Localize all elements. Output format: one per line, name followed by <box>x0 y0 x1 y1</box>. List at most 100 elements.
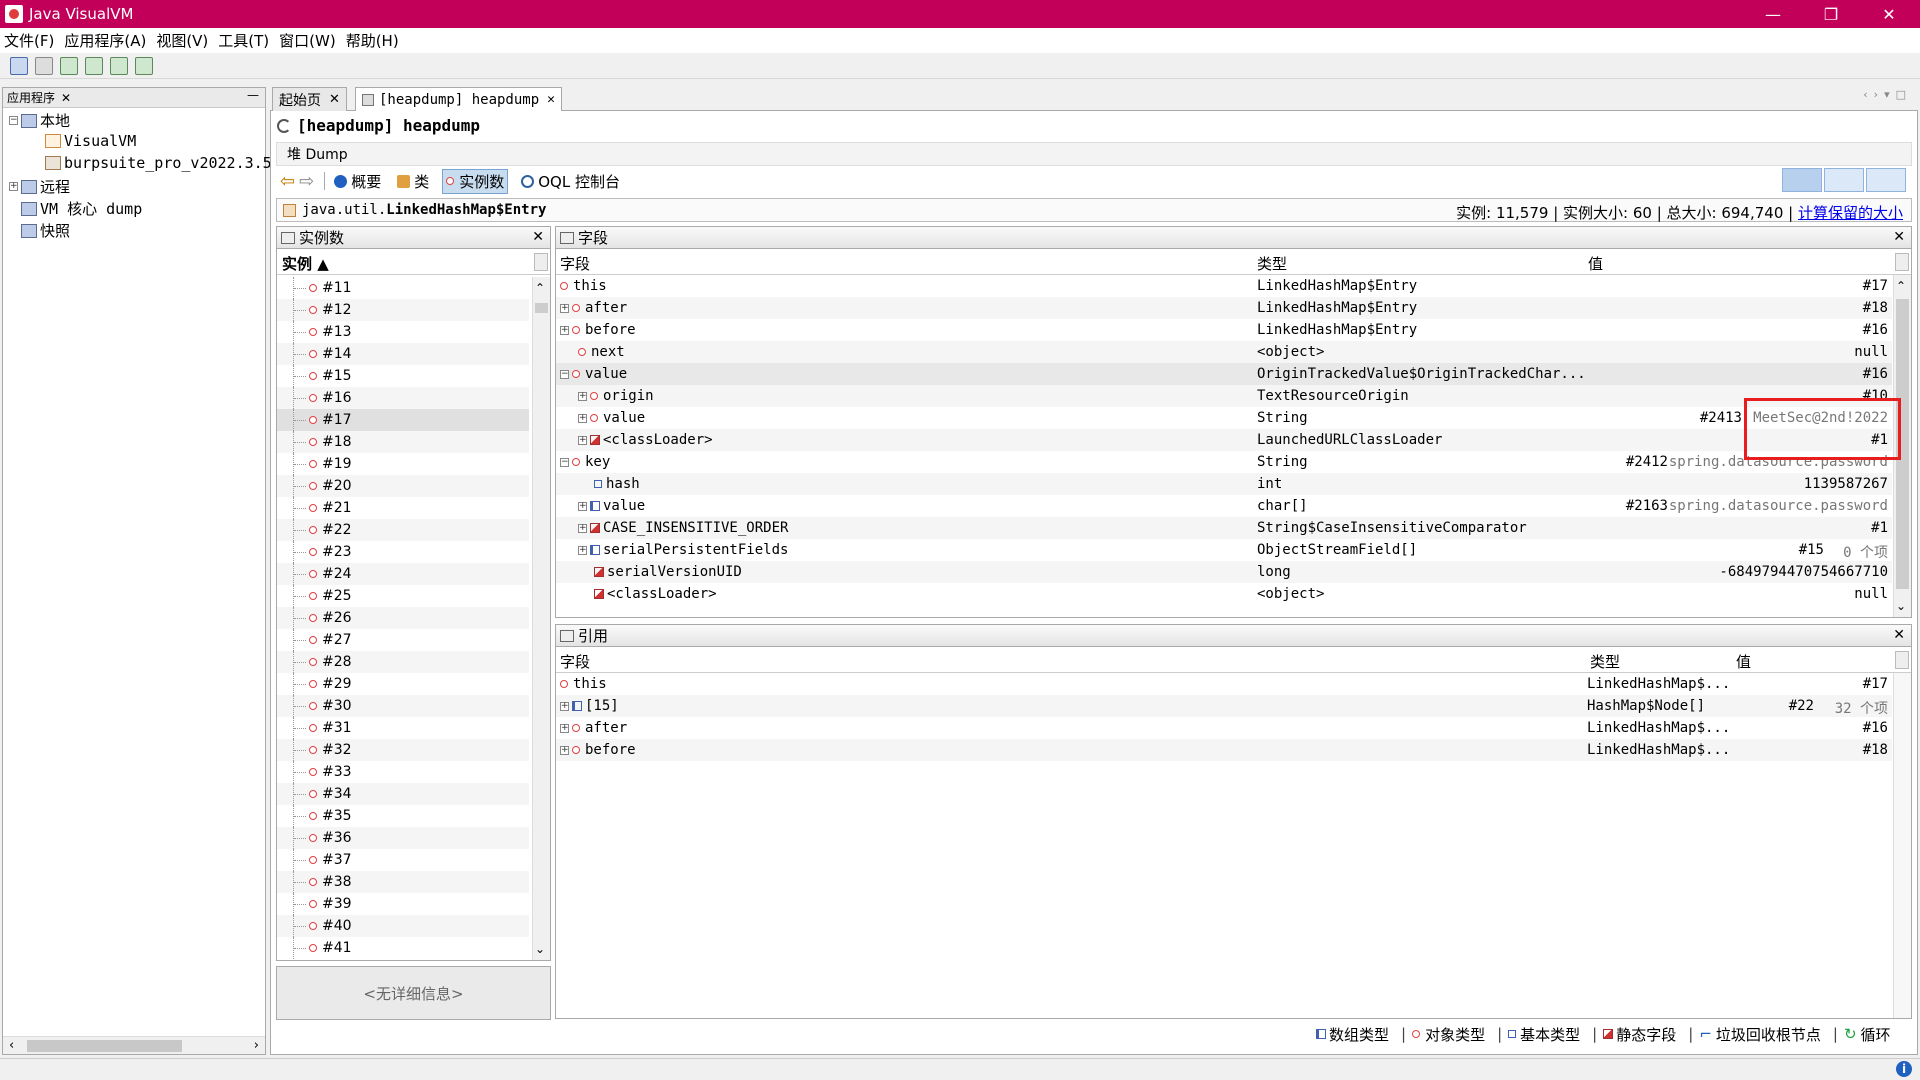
minimize-button[interactable]: — <box>1744 0 1802 28</box>
references-scrollbar[interactable] <box>1893 673 1911 1018</box>
fields-col-type[interactable]: 类型 <box>1257 253 1287 274</box>
view-fields-icon[interactable] <box>1824 168 1864 192</box>
tab-heapdump-close[interactable]: ✕ <box>547 92 555 107</box>
expand-icon[interactable]: + <box>9 182 18 191</box>
instance-row[interactable]: #16 <box>277 387 529 409</box>
column-chooser-icon[interactable] <box>1895 253 1909 271</box>
scroll-thumb[interactable] <box>535 303 548 313</box>
scroll-left-icon[interactable]: ‹ <box>9 1038 14 1053</box>
collapse-icon[interactable]: − <box>560 369 569 379</box>
instance-row[interactable]: #13 <box>277 321 529 343</box>
expand-icon[interactable]: + <box>560 723 569 733</box>
snapshot-icon[interactable] <box>135 56 153 75</box>
instance-row[interactable]: #37 <box>277 849 529 871</box>
instance-row[interactable]: #40 <box>277 915 529 937</box>
instance-row[interactable]: #41 <box>277 937 529 959</box>
field-row[interactable]: − key String #2412 spring.datasource.passwor… <box>556 451 1892 473</box>
instance-row[interactable]: #15 <box>277 365 529 387</box>
field-row[interactable]: − value OriginTrackedValue$OriginTrackedCh… <box>556 363 1892 385</box>
column-chooser-icon[interactable] <box>1895 651 1909 669</box>
instance-row[interactable]: #38 <box>277 871 529 893</box>
scroll-right-icon[interactable]: › <box>254 1038 259 1053</box>
instances-panel-close[interactable]: ✕ <box>532 229 544 245</box>
horizontal-scrollbar[interactable]: ‹ › <box>3 1036 265 1054</box>
expand-icon[interactable]: + <box>560 701 569 711</box>
instance-row[interactable]: #36 <box>277 827 529 849</box>
tab-start-page-close[interactable]: ✕ <box>329 92 340 107</box>
reference-row[interactable]: this LinkedHashMap$... #17 <box>556 673 1892 695</box>
applications-panel-close[interactable]: ✕ <box>61 91 71 105</box>
field-row[interactable]: + <classLoader> LaunchedURLClassLoader #1 <box>556 429 1892 451</box>
view-references-icon[interactable] <box>1866 168 1906 192</box>
heapdump-icon[interactable] <box>60 56 78 75</box>
instance-row[interactable]: #35 <box>277 805 529 827</box>
instance-row[interactable]: #39 <box>277 893 529 915</box>
tab-start-page[interactable]: 起始页 ✕ <box>272 87 347 111</box>
instances-scrollbar[interactable]: ⌃ ⌄ <box>532 277 550 960</box>
instance-row[interactable]: #22 <box>277 519 529 541</box>
reference-row[interactable]: + after LinkedHashMap$... #16 <box>556 717 1892 739</box>
menu-window[interactable]: 窗口(W) <box>279 30 336 51</box>
refs-col-value[interactable]: 值 <box>1736 651 1751 672</box>
instances-button[interactable]: 实例数 <box>442 168 509 194</box>
tree-snapshot[interactable]: 快照 <box>21 220 70 241</box>
refs-col-type[interactable]: 类型 <box>1590 651 1620 672</box>
back-arrow-icon[interactable]: ⇦ <box>280 171 295 192</box>
expand-icon[interactable]: + <box>578 523 587 533</box>
instance-row[interactable]: #17 <box>277 409 529 431</box>
tab-navigation[interactable]: ‹›▾□ <box>1863 88 1912 101</box>
scroll-thumb[interactable] <box>27 1040 182 1052</box>
field-row[interactable]: + after LinkedHashMap$Entry #18 <box>556 297 1892 319</box>
reference-row[interactable]: + [15] HashMap$Node[] #22 32 个项 <box>556 695 1892 717</box>
compute-retained-size-link[interactable]: 计算保留的大小 <box>1798 204 1903 222</box>
column-chooser-icon[interactable] <box>534 253 548 271</box>
save-icon[interactable] <box>35 56 53 75</box>
tree-visualvm[interactable]: VisualVM <box>45 132 136 150</box>
instance-row[interactable]: #31 <box>277 717 529 739</box>
instance-row[interactable]: #25 <box>277 585 529 607</box>
load-icon[interactable] <box>10 56 28 75</box>
collapse-icon[interactable]: − <box>560 457 569 467</box>
tree-local[interactable]: − 本地 <box>9 110 70 131</box>
classes-button[interactable]: 类 <box>394 170 432 193</box>
scroll-down-icon[interactable]: ⌄ <box>1896 599 1906 613</box>
instance-row[interactable]: #11 <box>277 277 529 299</box>
maximize-button[interactable]: ❐ <box>1802 0 1860 28</box>
tree-burpsuite[interactable]: burpsuite_pro_v2022.3.5.ja <box>45 154 299 172</box>
expand-icon[interactable]: + <box>578 435 587 445</box>
field-row[interactable]: serialVersionUID long -6849794470754667710 <box>556 561 1892 583</box>
instance-row[interactable]: #23 <box>277 541 529 563</box>
instance-row[interactable]: #14 <box>277 343 529 365</box>
tree-remote[interactable]: + 远程 <box>9 176 70 197</box>
scroll-up-icon[interactable]: ⌃ <box>1896 279 1906 293</box>
reference-row[interactable]: + before LinkedHashMap$... #18 <box>556 739 1892 761</box>
expand-icon[interactable]: + <box>578 391 587 401</box>
menu-help[interactable]: 帮助(H) <box>346 30 399 51</box>
expand-icon[interactable]: + <box>560 325 569 335</box>
instance-row[interactable]: #32 <box>277 739 529 761</box>
instance-row[interactable]: #21 <box>277 497 529 519</box>
instance-row[interactable]: #12 <box>277 299 529 321</box>
refs-col-field[interactable]: 字段 <box>560 651 590 672</box>
field-row[interactable]: hash int 1139587267 <box>556 473 1892 495</box>
summary-button[interactable]: 概要 <box>331 170 384 193</box>
tab-heapdump[interactable]: [heapdump] heapdump ✕ <box>355 87 562 111</box>
instance-row[interactable]: #27 <box>277 629 529 651</box>
fields-panel-close[interactable]: ✕ <box>1893 229 1905 245</box>
view-instances-icon[interactable] <box>1782 168 1822 192</box>
instance-row[interactable]: #30 <box>277 695 529 717</box>
notification-icon[interactable]: i <box>1896 1061 1912 1077</box>
menu-applications[interactable]: 应用程序(A) <box>64 30 146 51</box>
instance-row[interactable]: #24 <box>277 563 529 585</box>
field-row[interactable]: + before LinkedHashMap$Entry #16 <box>556 319 1892 341</box>
expand-icon[interactable]: + <box>560 303 569 313</box>
instance-row[interactable]: #19 <box>277 453 529 475</box>
scroll-up-icon[interactable]: ⌃ <box>535 281 545 295</box>
tree-vmcore[interactable]: VM 核心 dump <box>21 198 142 219</box>
scroll-down-icon[interactable]: ⌄ <box>535 942 545 956</box>
expand-icon[interactable]: + <box>560 745 569 755</box>
instance-row[interactable]: #34 <box>277 783 529 805</box>
collapse-icon[interactable]: − <box>9 116 18 125</box>
instance-row[interactable]: #18 <box>277 431 529 453</box>
expand-icon[interactable]: + <box>578 413 587 423</box>
